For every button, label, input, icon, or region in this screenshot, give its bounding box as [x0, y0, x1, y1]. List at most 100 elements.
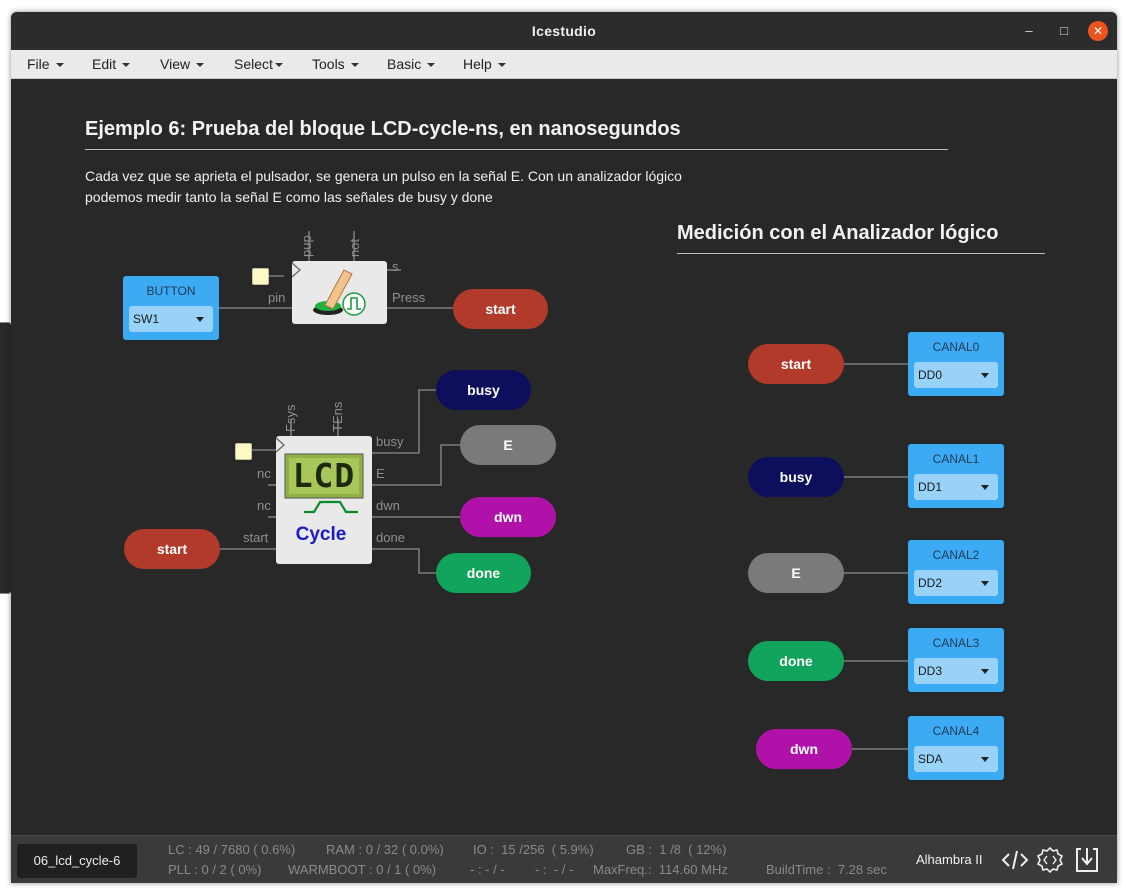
button-block-label: BUTTON — [146, 284, 196, 298]
code-icon[interactable] — [1001, 846, 1029, 874]
port-dwn: dwn — [376, 498, 400, 513]
chevron-down-icon — [196, 63, 205, 68]
dropdown-arrow-icon — [981, 485, 989, 490]
canal0-pin-select[interactable]: DD0 — [914, 362, 998, 388]
app-window: Icestudio – □ ✕ File Edit View Select To… — [11, 12, 1117, 883]
dropdown-arrow-icon — [196, 317, 204, 322]
title-bar: Icestudio – □ ✕ — [11, 12, 1117, 50]
canal3-label: CANAL3 — [932, 636, 980, 650]
canal4-label: CANAL4 — [932, 724, 980, 738]
port-nc-1: nc — [257, 466, 271, 481]
canal1-pin-select[interactable]: DD1 — [914, 474, 998, 500]
canal1-label: CANAL1 — [932, 452, 980, 466]
canal2-pin-select[interactable]: DD2 — [914, 570, 998, 596]
port-tens: TEns — [330, 401, 345, 432]
chevron-down-icon — [55, 63, 64, 68]
canal0-label: CANAL0 — [932, 340, 980, 354]
menu-file[interactable]: File — [27, 56, 64, 72]
stat-gb: GB : 1 /8 ( 12%) — [626, 842, 727, 857]
minimize-icon[interactable]: – — [1019, 21, 1039, 41]
canal0-block[interactable]: CANAL0 DD0 — [908, 332, 1004, 396]
board-name[interactable]: Alhambra II — [916, 852, 982, 867]
stat-warmboot: WARMBOOT : 0 / 1 ( 0%) — [288, 862, 437, 877]
canal2-label: CANAL2 — [932, 548, 980, 562]
menu-view[interactable]: View — [160, 56, 205, 72]
lcd-cycle-block[interactable]: LCD Cycle — [275, 436, 372, 564]
chevron-down-icon — [274, 63, 283, 68]
menu-edit[interactable]: Edit — [92, 56, 131, 72]
port-not: not — [347, 238, 362, 257]
chevron-down-icon — [122, 63, 131, 68]
canal4-block[interactable]: CANAL4 SDA — [908, 716, 1004, 780]
menu-bar: File Edit View Select Tools Basic Help — [11, 50, 1117, 79]
download-icon[interactable] — [1073, 846, 1101, 874]
dwn-output-label[interactable]: dwn — [460, 497, 556, 537]
canal3-pin-value: DD3 — [918, 664, 943, 678]
stat-buildtime: BuildTime : 7.28 sec — [766, 862, 887, 877]
analyzer-start-label[interactable]: start — [748, 344, 844, 384]
chevron-down-icon — [497, 63, 506, 68]
port-s: s — [392, 259, 399, 274]
menu-basic[interactable]: Basic — [387, 56, 436, 72]
menu-select[interactable]: Select — [234, 56, 283, 72]
canal2-block[interactable]: CANAL2 DD2 — [908, 540, 1004, 604]
design-canvas[interactable]: Ejemplo 6: Prueba del bloque LCD-cycle-n… — [11, 79, 1117, 835]
start-output-label[interactable]: start — [453, 289, 548, 329]
done-output-label[interactable]: done — [436, 553, 531, 593]
constant-input[interactable] — [235, 443, 252, 460]
constant-input[interactable] — [252, 268, 269, 285]
stat-maxfreq: MaxFreq.: 114.60 MHz — [593, 862, 728, 877]
canal4-pin-select[interactable]: SDA — [914, 746, 998, 772]
analyzer-busy-label[interactable]: busy — [748, 457, 844, 497]
pin-port-label: pin — [268, 290, 286, 305]
menu-tools[interactable]: Tools — [312, 56, 359, 72]
port-e: E — [376, 466, 385, 481]
stat-lc: LC : 49 / 7680 ( 0.6%) — [168, 842, 296, 857]
chevron-down-icon — [350, 63, 359, 68]
canal3-pin-select[interactable]: DD3 — [914, 658, 998, 684]
stat-ram: RAM : 0 / 32 ( 0.0%) — [326, 842, 444, 857]
close-icon[interactable]: ✕ — [1088, 21, 1108, 41]
port-start: start — [243, 530, 269, 545]
port-pup: pup — [299, 235, 314, 257]
stat-dash-2: - : - / - — [535, 862, 574, 877]
chevron-down-icon — [427, 63, 436, 68]
dropdown-arrow-icon — [981, 581, 989, 586]
lcd-display-text: LCD — [292, 456, 356, 495]
stat-io: IO : 15 /256 ( 5.9%) — [473, 842, 594, 857]
pushbutton-icon — [291, 262, 366, 316]
lcd-block-caption: Cycle — [295, 524, 347, 545]
e-output-label[interactable]: E — [460, 425, 556, 465]
canal3-block[interactable]: CANAL3 DD3 — [908, 628, 1004, 692]
canal1-pin-value: DD1 — [918, 480, 943, 494]
busy-output-label[interactable]: busy — [436, 370, 531, 410]
press-block[interactable] — [291, 261, 387, 324]
port-done: done — [376, 530, 405, 545]
port-fsys: Fsys — [283, 404, 298, 432]
port-nc-2: nc — [257, 498, 271, 513]
start-input-label[interactable]: start — [124, 529, 220, 569]
port-busy: busy — [376, 434, 404, 449]
analyzer-dwn-label[interactable]: dwn — [756, 729, 852, 769]
port-press: Press — [392, 290, 426, 305]
analyzer-done-label[interactable]: done — [748, 641, 844, 681]
file-tab[interactable]: 06_lcd_cycle-6 — [17, 844, 137, 878]
dropdown-arrow-icon — [981, 669, 989, 674]
gear-chip-icon[interactable] — [1036, 846, 1064, 874]
dropdown-arrow-icon — [981, 757, 989, 762]
canal2-pin-value: DD2 — [918, 576, 943, 590]
status-bar: 06_lcd_cycle-6 LC : 49 / 7680 ( 0.6%) RA… — [11, 835, 1117, 883]
analyzer-e-label[interactable]: E — [748, 553, 844, 593]
button-pin-select[interactable]: SW1 — [129, 306, 213, 332]
window-title: Icestudio — [531, 23, 597, 39]
maximize-icon[interactable]: □ — [1054, 21, 1074, 41]
button-input-block[interactable]: BUTTON SW1 — [123, 276, 219, 340]
canal4-pin-value: SDA — [918, 752, 943, 766]
dropdown-arrow-icon — [981, 373, 989, 378]
stat-pll: PLL : 0 / 2 ( 0%) — [168, 862, 262, 877]
canal0-pin-value: DD0 — [918, 368, 943, 382]
button-pin-value: SW1 — [133, 312, 160, 326]
canal1-block[interactable]: CANAL1 DD1 — [908, 444, 1004, 508]
menu-help[interactable]: Help — [463, 56, 506, 72]
stat-dash-1: - : - / - — [470, 862, 505, 877]
